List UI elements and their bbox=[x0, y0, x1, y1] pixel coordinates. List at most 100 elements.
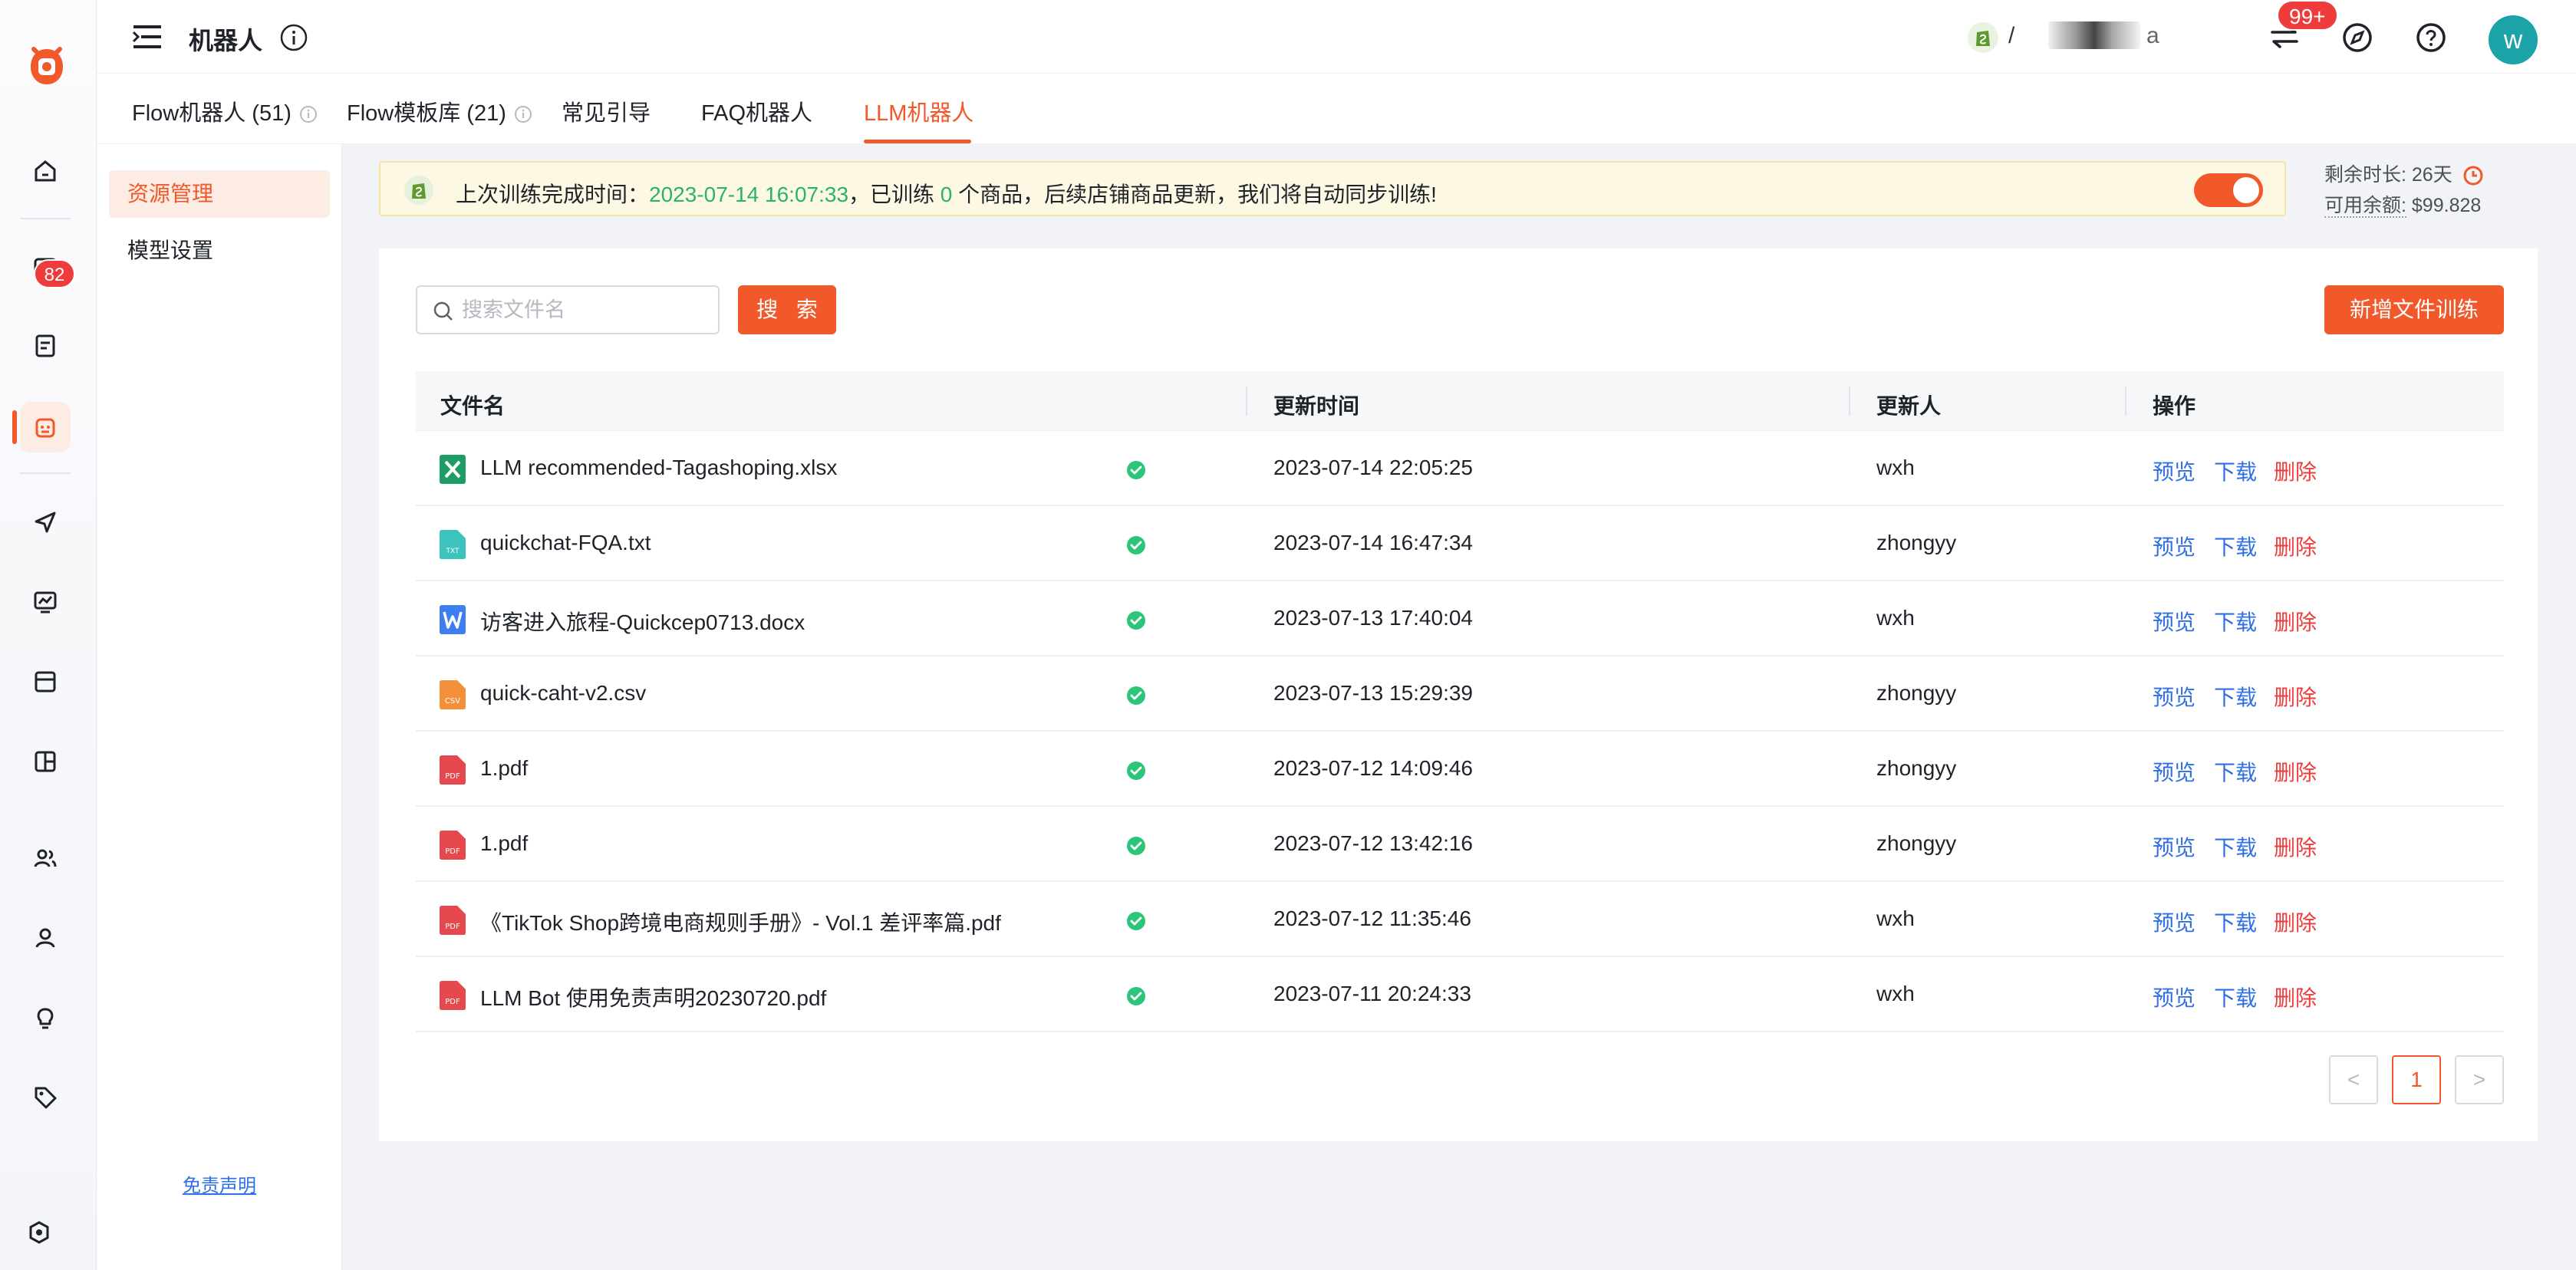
delete-link[interactable]: 删除 bbox=[2274, 756, 2317, 787]
delete-link[interactable]: 删除 bbox=[2274, 906, 2317, 937]
auto-sync-toggle[interactable] bbox=[2194, 173, 2263, 207]
download-link[interactable]: 下载 bbox=[2214, 982, 2257, 1012]
rail-tickets[interactable] bbox=[20, 321, 71, 371]
pagination-next-button[interactable]: > bbox=[2455, 1055, 2504, 1104]
info-icon[interactable] bbox=[299, 105, 318, 123]
file-name[interactable]: 《TikTok Shop跨境电商规则手册》- Vol.1 差评率篇.pdf bbox=[480, 906, 1001, 937]
rail-active-indicator bbox=[12, 410, 17, 444]
column-divider bbox=[1246, 387, 1247, 416]
shopify-icon[interactable] bbox=[1967, 21, 1999, 54]
excel-file-icon bbox=[439, 454, 466, 485]
tab-flow-templates[interactable]: Flow模板库 (21) bbox=[347, 95, 532, 127]
subnav-model-settings[interactable]: 模型设置 bbox=[109, 227, 330, 275]
preview-link[interactable]: 预览 bbox=[2153, 681, 2196, 712]
tab-flow-robots[interactable]: Flow机器人 (51) bbox=[132, 95, 318, 127]
preview-link[interactable]: 预览 bbox=[2153, 531, 2196, 561]
table-row: PDF 1.pdf 2023-07-12 14:09:46 zhongyy 预览 下载 删除 bbox=[416, 732, 2504, 807]
check-circle-icon bbox=[1127, 611, 1145, 630]
store-name-redacted[interactable] bbox=[2048, 21, 2140, 49]
preview-link[interactable]: 预览 bbox=[2153, 906, 2196, 937]
check-circle-icon bbox=[1127, 912, 1145, 930]
file-name[interactable]: 1.pdf bbox=[480, 756, 528, 781]
column-header-actions: 操作 bbox=[2153, 394, 2196, 418]
download-link[interactable]: 下载 bbox=[2214, 831, 2257, 862]
disclaimer-link[interactable]: 免责声明 bbox=[183, 1170, 256, 1197]
pdf-file-icon: PDF bbox=[439, 905, 466, 936]
svg-text:PDF: PDF bbox=[445, 847, 460, 856]
info-icon[interactable] bbox=[514, 105, 532, 123]
rail-tags[interactable] bbox=[20, 1072, 71, 1123]
check-circle-icon bbox=[1127, 987, 1145, 1005]
file-name[interactable]: quickchat-FQA.txt bbox=[480, 531, 651, 555]
shopify-icon bbox=[404, 176, 433, 205]
delete-link[interactable]: 删除 bbox=[2274, 982, 2317, 1012]
rail-widgets[interactable] bbox=[20, 736, 71, 787]
download-link[interactable]: 下载 bbox=[2214, 531, 2257, 561]
preview-link[interactable]: 预览 bbox=[2153, 456, 2196, 486]
notice-text: 上次训练完成时间：2023-07-14 16:07:33，已训练 0 个商品，后… bbox=[456, 183, 1437, 206]
tab-faq-robot[interactable]: FAQ机器人 bbox=[701, 95, 812, 127]
updated-time: 2023-07-13 15:29:39 bbox=[1273, 681, 1473, 705]
add-file-training-button[interactable]: 新增文件训练 bbox=[2324, 285, 2504, 334]
preview-link[interactable]: 预览 bbox=[2153, 982, 2196, 1012]
download-link[interactable]: 下载 bbox=[2214, 681, 2257, 712]
subnav-resource-management[interactable]: 资源管理 bbox=[109, 170, 330, 218]
menu-collapse-icon[interactable] bbox=[132, 23, 163, 51]
table-body: LLM recommended-Tagashoping.xlsx 2023-07-… bbox=[416, 431, 2504, 1032]
trained-count: 0 bbox=[940, 183, 953, 206]
rail-ideas[interactable] bbox=[20, 992, 71, 1043]
delete-link[interactable]: 删除 bbox=[2274, 681, 2317, 712]
file-name[interactable]: LLM recommended-Tagashoping.xlsx bbox=[480, 456, 837, 480]
pagination-page-1[interactable]: 1 bbox=[2392, 1055, 2441, 1104]
search-button[interactable]: 搜 索 bbox=[738, 285, 836, 334]
updated-time: 2023-07-11 20:24:33 bbox=[1273, 982, 1471, 1005]
tag-icon bbox=[35, 1087, 57, 1109]
info-icon[interactable] bbox=[279, 23, 308, 52]
lightbulb-icon bbox=[37, 1008, 54, 1029]
delete-link[interactable]: 删除 bbox=[2274, 831, 2317, 862]
rail-analytics[interactable] bbox=[20, 577, 71, 627]
home-icon bbox=[35, 160, 56, 182]
rail-team[interactable] bbox=[20, 833, 71, 883]
compass-icon[interactable] bbox=[2341, 21, 2373, 54]
text-file-icon: TXT bbox=[439, 529, 466, 560]
rail-settings[interactable] bbox=[14, 1207, 64, 1258]
rail-inbox[interactable] bbox=[20, 656, 71, 707]
delete-link[interactable]: 删除 bbox=[2274, 531, 2317, 561]
rail-home[interactable] bbox=[20, 146, 71, 196]
preview-link[interactable]: 预览 bbox=[2153, 756, 2196, 787]
file-name[interactable]: LLM Bot 使用免责声明20230720.pdf bbox=[480, 982, 826, 1012]
download-link[interactable]: 下载 bbox=[2214, 906, 2257, 937]
rail-robot[interactable] bbox=[20, 402, 71, 452]
updated-by: wxh bbox=[1876, 906, 1915, 930]
preview-link[interactable]: 预览 bbox=[2153, 606, 2196, 637]
document-icon bbox=[35, 334, 55, 357]
delete-link[interactable]: 删除 bbox=[2274, 456, 2317, 486]
notification-badge: 99+ bbox=[2277, 0, 2338, 31]
tab-guides[interactable]: 常见引导 bbox=[562, 95, 651, 127]
pagination-prev-button[interactable]: < bbox=[2329, 1055, 2378, 1104]
search-input[interactable] bbox=[462, 294, 707, 325]
top-header: 机器人 / a 99+ w bbox=[97, 0, 2576, 74]
help-icon[interactable] bbox=[2415, 21, 2447, 54]
rail-contacts[interactable] bbox=[20, 913, 71, 963]
updated-time: 2023-07-12 13:42:16 bbox=[1273, 831, 1473, 855]
updated-time: 2023-07-12 11:35:46 bbox=[1273, 906, 1471, 930]
remaining-time: 剩余时长: 26天 bbox=[2324, 160, 2484, 190]
file-name[interactable]: quick-caht-v2.csv bbox=[480, 681, 646, 706]
preview-link[interactable]: 预览 bbox=[2153, 831, 2196, 862]
tab-llm-robot[interactable]: LLM机器人 bbox=[864, 95, 973, 127]
download-link[interactable]: 下载 bbox=[2214, 456, 2257, 486]
download-link[interactable]: 下载 bbox=[2214, 756, 2257, 787]
rail-divider bbox=[20, 472, 71, 474]
user-avatar[interactable]: w bbox=[2489, 15, 2538, 64]
download-link[interactable]: 下载 bbox=[2214, 606, 2257, 637]
clock-icon[interactable] bbox=[2462, 165, 2484, 186]
file-name[interactable]: 访客进入旅程-Quickcep0713.docx bbox=[480, 606, 805, 637]
column-header-updated-time: 更新时间 bbox=[1273, 394, 1360, 418]
column-header-updated-by: 更新人 bbox=[1876, 394, 1942, 418]
file-name[interactable]: 1.pdf bbox=[480, 831, 528, 856]
app-logo-icon[interactable] bbox=[23, 43, 71, 90]
rail-marketing[interactable] bbox=[20, 497, 71, 548]
delete-link[interactable]: 删除 bbox=[2274, 606, 2317, 637]
